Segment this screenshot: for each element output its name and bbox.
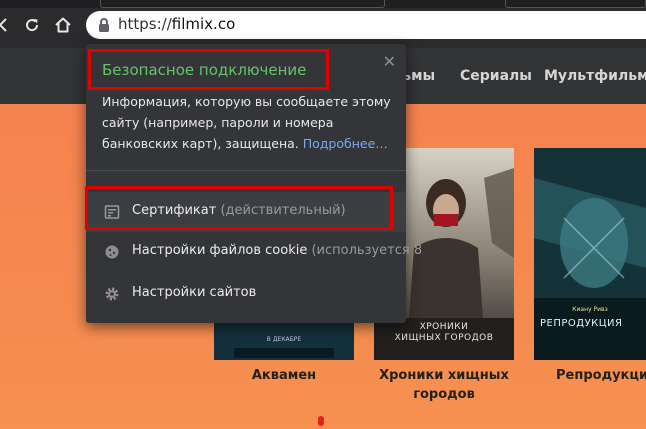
divider [86,170,406,171]
browser-toolbar: https://filmix.co [0,0,646,48]
poster-title-aquaman[interactable]: Аквамен [214,366,354,385]
secure-connection-title: Безопасное подключение [102,61,307,79]
home-icon[interactable] [52,14,74,36]
gear-icon [105,287,119,301]
poster-caption-art: ХРОНИКИ ХИЩНЫХ ГОРОДОВ [394,322,494,343]
cookie-settings-row[interactable]: Настройки файлов cookie (используется 8 [86,232,422,272]
learn-more-link[interactable]: Подробнее… [303,136,388,151]
browser-tab[interactable] [100,0,385,8]
poster-caption-art: РЕПРОДУКЦИЯ [540,318,623,329]
poster-title-line2: городов [413,387,475,402]
site-settings-row[interactable]: Настройки сайтов [86,274,406,314]
cookie-usage: (используется 8 [311,243,423,258]
site-settings-label: Настройки сайтов [132,285,257,300]
poster-caption-art: В ДЕКАБРЕ [266,336,302,343]
back-icon[interactable] [0,14,16,36]
lock-icon[interactable] [96,17,112,33]
close-icon[interactable]: ✕ [383,52,396,71]
poster-actor-art: Киану Ривз [572,306,608,313]
nav-item-cartoons[interactable]: Мультфильмы [544,68,646,84]
poster-title-line1: Хроники хищных [379,368,509,383]
address-bar[interactable]: https://filmix.co [86,11,646,39]
url-text[interactable]: https://filmix.co [118,15,235,33]
url-scheme: https:// [118,15,172,33]
cookie-settings-label: Настройки файлов cookie (используется 8 [132,243,422,258]
nav-item-series[interactable]: Сериалы [460,68,532,84]
popup-description: Информация, которую вы сообщаете этому с… [102,91,392,154]
poster-replicas[interactable]: Киану Ривз РЕПРОДУКЦИЯ [534,148,646,360]
url-host: filmix.co [171,15,236,33]
scroll-indicator [318,416,324,426]
reload-icon[interactable] [21,14,43,36]
tab-strip [0,0,646,8]
cookie-settings-text: Настройки файлов cookie [132,243,308,258]
cookie-icon [105,245,119,259]
highlight-box-certificate [85,186,393,230]
poster-title-replicas[interactable]: Репродукция [556,366,646,385]
browser-tab[interactable] [505,0,646,8]
poster-title-mortal-engines[interactable]: Хроники хищных городов [366,366,522,404]
site-info-popup: ✕ Безопасное подключение Информация, кот… [85,44,422,323]
